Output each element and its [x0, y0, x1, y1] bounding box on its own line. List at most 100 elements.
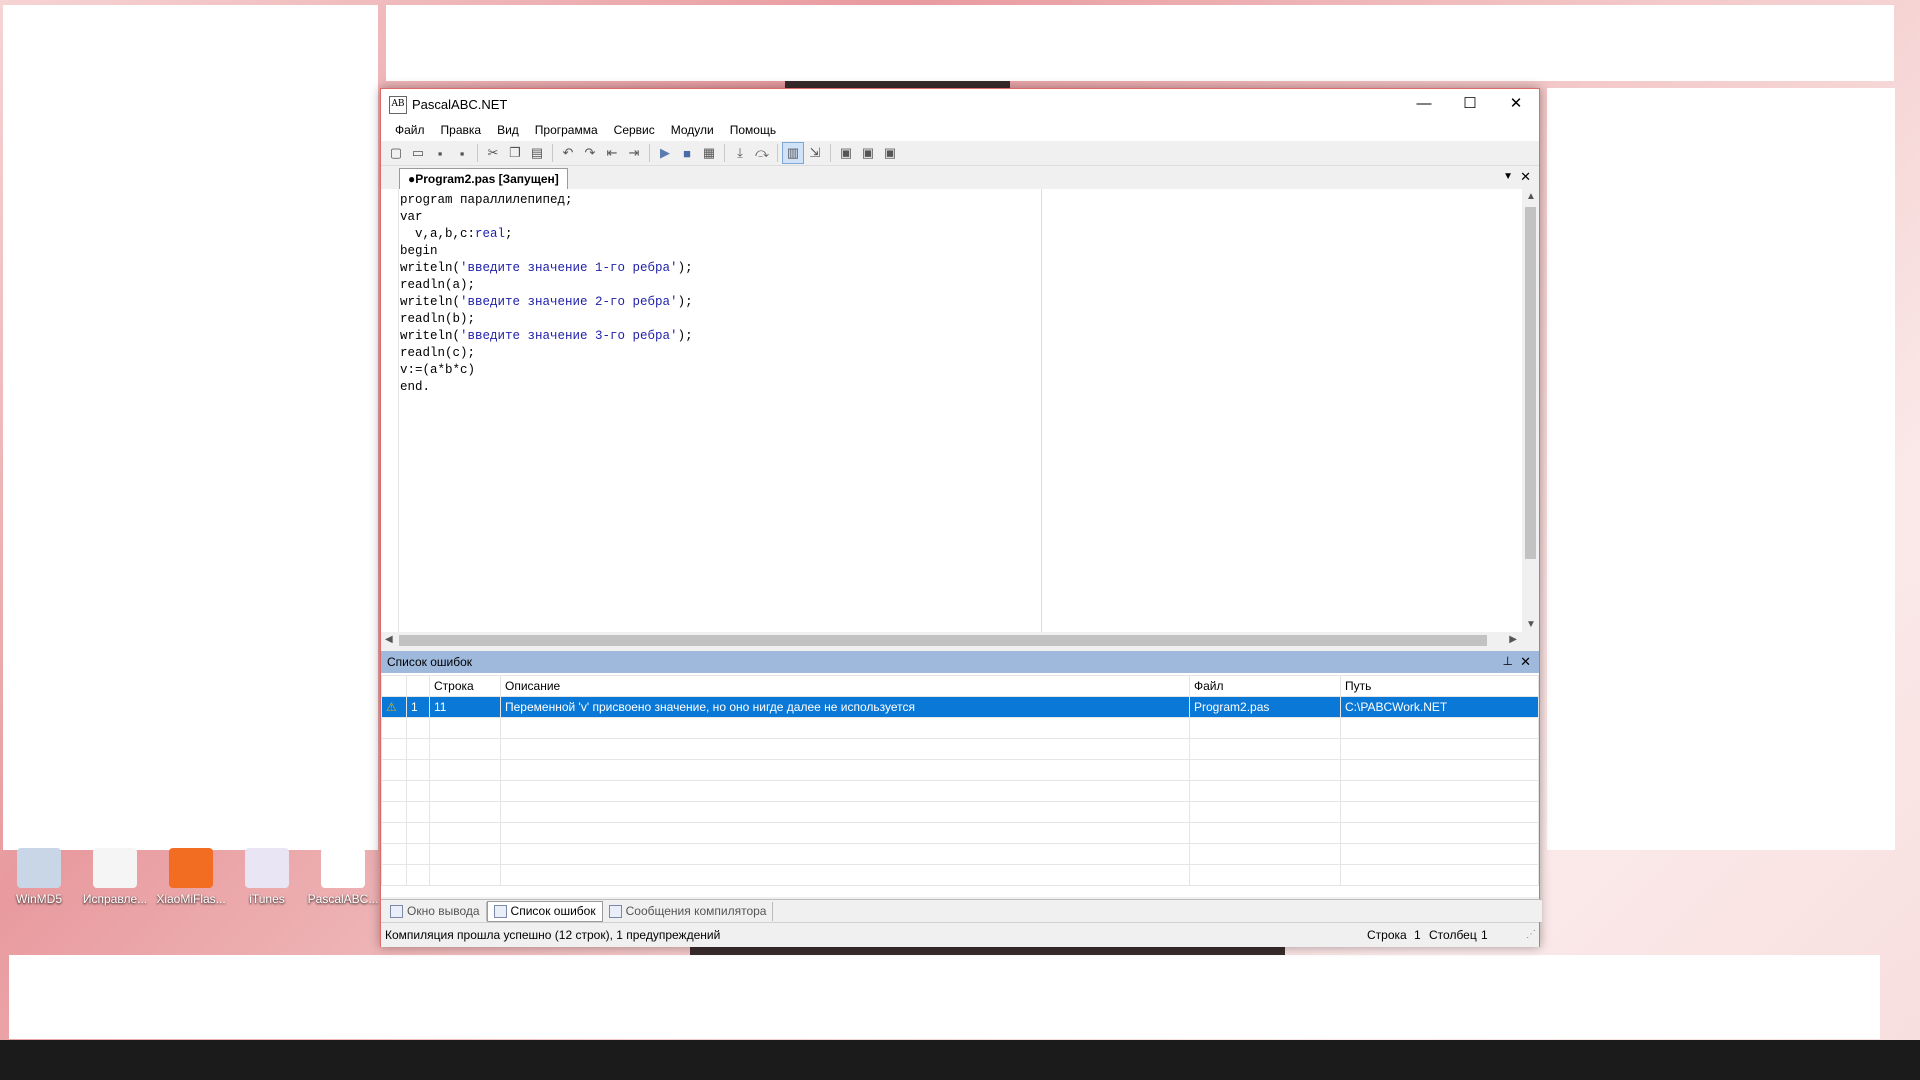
- menu-view[interactable]: Вид: [489, 119, 527, 141]
- desktop-icon[interactable]: iTunes: [229, 848, 305, 906]
- horizontal-scroll-thumb[interactable]: [399, 635, 1487, 646]
- code-line[interactable]: end.: [400, 379, 693, 396]
- tab-close-icon[interactable]: ✕: [1520, 169, 1531, 185]
- resize-grip-icon[interactable]: ⋰: [1526, 929, 1536, 940]
- table-row[interactable]: ⚠ 1 11 Переменной 'v' присвоено значение…: [381, 696, 1539, 718]
- module-2-icon[interactable]: ▣: [857, 142, 879, 164]
- code-token: writeln(: [400, 295, 461, 309]
- cut-icon[interactable]: ✂: [482, 142, 504, 164]
- menu-service[interactable]: Сервис: [606, 119, 663, 141]
- code-line[interactable]: readln(a);: [400, 277, 693, 294]
- step-over-icon[interactable]: ⤼: [751, 142, 773, 164]
- code-line[interactable]: writeln('введите значение 3-го ребра');: [400, 328, 693, 345]
- goto-icon[interactable]: ⇲: [804, 142, 826, 164]
- minimize-button[interactable]: —: [1401, 89, 1447, 119]
- copy-icon[interactable]: ❐: [504, 142, 526, 164]
- scroll-right-icon[interactable]: ▶: [1509, 634, 1517, 645]
- code-line[interactable]: program параллилепипед;: [400, 192, 693, 209]
- row-file: Program2.pas: [1189, 696, 1341, 718]
- col-file-header[interactable]: Файл: [1189, 675, 1341, 697]
- code-line[interactable]: writeln('введите значение 2-го ребра');: [400, 294, 693, 311]
- module-1-icon[interactable]: ▣: [835, 142, 857, 164]
- code-line[interactable]: readln(b);: [400, 311, 693, 328]
- step-into-icon[interactable]: ⤓: [729, 142, 751, 164]
- code-text[interactable]: program параллилепипед; var v,a,b,c:real;…: [400, 192, 693, 396]
- module-3-icon[interactable]: ▣: [879, 142, 901, 164]
- code-editor[interactable]: program параллилепипед; var v,a,b,c:real;…: [381, 189, 1539, 632]
- indent-icon[interactable]: ⇥: [623, 142, 645, 164]
- desktop-icon[interactable]: WinMD5: [1, 848, 77, 906]
- open-icon[interactable]: ▭: [407, 142, 429, 164]
- compiler-messages-icon: [608, 904, 622, 918]
- vertical-scroll-thumb[interactable]: [1525, 207, 1536, 559]
- table-row: [381, 759, 1539, 781]
- scroll-left-icon[interactable]: ◀: [385, 634, 393, 645]
- undo-icon[interactable]: ↶: [557, 142, 579, 164]
- pin-icon[interactable]: ⊥: [1503, 654, 1513, 668]
- maximize-button[interactable]: ☐: [1447, 89, 1493, 119]
- desktop-icon[interactable]: Исправле...: [77, 848, 153, 906]
- new-file-icon[interactable]: ▢: [385, 142, 407, 164]
- tab-output-label: Окно вывода: [407, 904, 480, 918]
- col-path-header[interactable]: Путь: [1340, 675, 1539, 697]
- paste-icon[interactable]: ▤: [526, 142, 548, 164]
- app-icon: AB: [389, 96, 407, 114]
- col-description-header[interactable]: Описание: [500, 675, 1190, 697]
- code-line[interactable]: v:=(a*b*c): [400, 362, 693, 379]
- code-line[interactable]: v,a,b,c:real;: [400, 226, 693, 243]
- desktop-app-icon: [17, 848, 61, 888]
- tab-program2[interactable]: ●Program2.pas [Запущен]: [399, 168, 568, 190]
- code-token: readln(b);: [400, 312, 476, 326]
- title-bar[interactable]: AB PascalABC.NET — ☐ ✕: [381, 89, 1539, 119]
- stop-icon[interactable]: ■: [676, 142, 698, 164]
- scroll-down-icon[interactable]: ▼: [1526, 619, 1536, 630]
- menu-program[interactable]: Программа: [527, 119, 606, 141]
- redo-icon[interactable]: ↷: [579, 142, 601, 164]
- code-token: writeln(: [400, 329, 461, 343]
- code-line[interactable]: writeln('введите значение 1-го ребра');: [400, 260, 693, 277]
- tab-list-dropdown-icon[interactable]: ▼: [1503, 171, 1513, 182]
- close-button[interactable]: ✕: [1493, 89, 1539, 119]
- desktop-icon[interactable]: XiaoMiFlas...: [153, 848, 229, 906]
- vertical-scrollbar[interactable]: ▲ ▼: [1522, 189, 1539, 632]
- bottom-tabs: Окно вывода Список ошибок Сообщения комп…: [381, 899, 1542, 922]
- status-col-value: 1: [1481, 928, 1488, 942]
- code-line[interactable]: begin: [400, 243, 693, 260]
- scroll-up-icon[interactable]: ▲: [1526, 191, 1536, 202]
- toggle-output-icon[interactable]: ▥: [782, 142, 804, 164]
- bg-block-top: [386, 5, 1894, 81]
- warning-icon: ⚠: [381, 696, 407, 718]
- horizontal-scrollbar[interactable]: ◀ ▶: [381, 632, 1539, 649]
- tab-compiler-messages[interactable]: Сообщения компилятора: [603, 901, 774, 921]
- unindent-icon[interactable]: ⇤: [601, 142, 623, 164]
- tab-output-window[interactable]: Окно вывода: [384, 901, 487, 921]
- row-line: 11: [429, 696, 501, 718]
- menu-edit[interactable]: Правка: [433, 119, 490, 141]
- menu-file[interactable]: Файл: [387, 119, 433, 141]
- tab-error-list[interactable]: Список ошибок: [486, 900, 603, 922]
- col-line-header[interactable]: Строка: [429, 675, 501, 697]
- output-window-icon: [390, 904, 403, 918]
- toolbar: ▢ ▭ ▪ ▪ ✂ ❐ ▤ ↶ ↷ ⇤ ⇥ ▶ ■ ▦ ⤓ ⤼ ▥ ⇲ ▣ ▣ …: [381, 141, 1539, 166]
- code-line[interactable]: var: [400, 209, 693, 226]
- panel-close-icon[interactable]: ✕: [1520, 654, 1531, 670]
- row-description: Переменной 'v' присвоено значение, но он…: [500, 696, 1190, 718]
- toolbar-separator: [477, 144, 478, 162]
- run-icon[interactable]: ▶: [654, 142, 676, 164]
- code-line[interactable]: readln(c);: [400, 345, 693, 362]
- error-list-header: Список ошибок ⊥ ✕: [381, 651, 1539, 673]
- save-icon[interactable]: ▪: [429, 142, 451, 164]
- code-token: v,a,b,c:: [400, 227, 476, 241]
- desktop-icon[interactable]: PascalABC...: [305, 848, 381, 906]
- menu-help[interactable]: Помощь: [722, 119, 784, 141]
- code-token: );: [677, 261, 693, 275]
- table-row: [381, 864, 1539, 886]
- menu-modules[interactable]: Модули: [663, 119, 722, 141]
- table-row: [381, 822, 1539, 844]
- error-list-panel: Список ошибок ⊥ ✕ Строка Описание Файл П…: [381, 651, 1539, 897]
- table-row: [381, 717, 1539, 739]
- debug-icon[interactable]: ▦: [698, 142, 720, 164]
- taskbar: [0, 1040, 1920, 1080]
- save-all-icon[interactable]: ▪: [451, 142, 473, 164]
- code-token: 'введите значение 1-го ребра': [460, 261, 678, 275]
